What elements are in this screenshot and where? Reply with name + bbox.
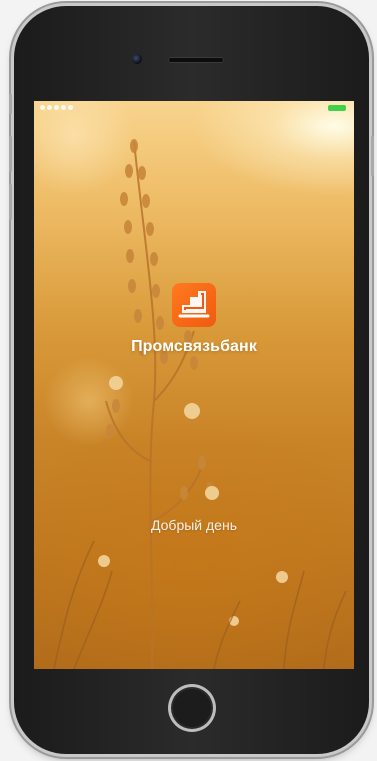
mute-switch [9, 94, 12, 114]
wildflower-background-image [53, 139, 347, 669]
front-camera-icon [132, 54, 142, 64]
brand-block: Промсвязьбанк [34, 283, 354, 356]
earpiece-speaker [168, 57, 224, 63]
power-button [371, 136, 374, 176]
brand-name: Промсвязьбанк [131, 338, 257, 355]
greeting-text: Добрый день [151, 517, 237, 533]
iphone-frame: Промсвязьбанк Добрый день [9, 6, 374, 754]
home-button[interactable] [168, 684, 216, 732]
volume-up-button [9, 136, 12, 172]
device-scene: Промсвязьбанк Добрый день [0, 0, 377, 761]
volume-down-button [9, 184, 12, 220]
psb-logo-icon [172, 283, 216, 327]
splash-screen: Промсвязьбанк Добрый день [34, 101, 354, 669]
